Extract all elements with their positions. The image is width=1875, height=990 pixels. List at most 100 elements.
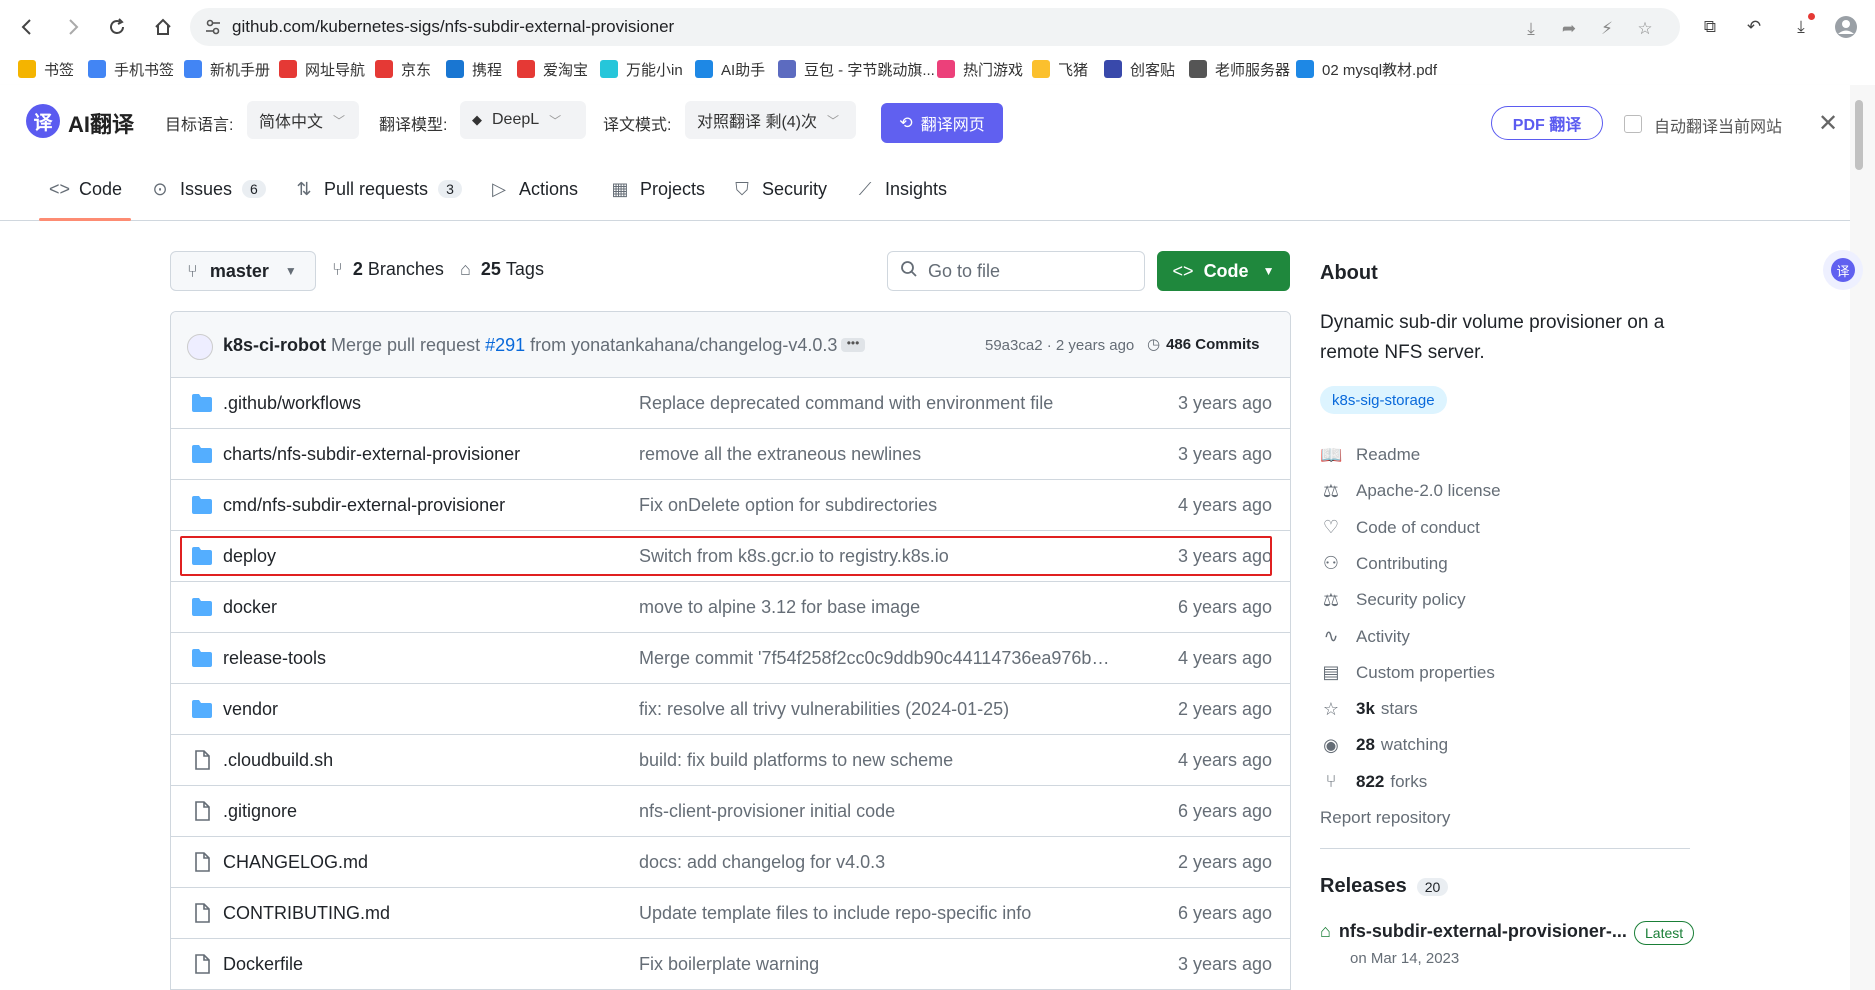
bookmark-item[interactable]: 携程 <box>446 57 502 81</box>
bolt-icon[interactable]: ⚡ <box>1596 18 1618 40</box>
commit-message-link[interactable]: fix: resolve all trivy vulnerabilities (… <box>639 699 1119 720</box>
about-link[interactable]: ☆ 3k stars <box>1320 696 1418 722</box>
go-to-file-input[interactable]: Go to file <box>887 251 1145 291</box>
commit-message[interactable]: Merge pull request #291 from yonatankaha… <box>331 335 837 356</box>
commit-message-link[interactable]: nfs-client-provisioner initial code <box>639 801 1119 822</box>
table-row[interactable]: .cloudbuild.sh build: fix build platforms… <box>171 735 1290 786</box>
releases-heading[interactable]: Releases 20 <box>1320 875 1449 898</box>
commit-message-link[interactable]: build: fix build platforms to new scheme <box>639 750 1119 771</box>
about-link[interactable]: Report repository <box>1320 805 1450 831</box>
commit-message-link[interactable]: Merge commit '7f54f258f2cc0c9ddb90c44114… <box>639 648 1119 669</box>
commit-message-link[interactable]: Update template files to include repo-sp… <box>639 903 1119 924</box>
bookmark-item[interactable]: 京东 <box>375 57 431 81</box>
about-link[interactable]: ▤ Custom properties <box>1320 660 1494 686</box>
file-name-link[interactable]: CONTRIBUTING.md <box>223 903 390 924</box>
file-name-link[interactable]: .cloudbuild.sh <box>223 750 333 771</box>
file-name-link[interactable]: charts/nfs-subdir-external-provisioner <box>223 444 520 465</box>
reload-button[interactable] <box>100 10 134 44</box>
bookmark-item[interactable]: 万能小in <box>600 57 683 81</box>
about-link[interactable]: ⚖ Security policy <box>1320 587 1466 613</box>
about-link[interactable]: 📖 Readme <box>1320 442 1420 468</box>
bookmark-item[interactable]: 飞猪 <box>1032 57 1088 81</box>
table-row[interactable]: charts/nfs-subdir-external-provisioner re… <box>171 429 1290 480</box>
auto-translate-checkbox[interactable] <box>1624 115 1642 133</box>
table-row[interactable]: cmd/nfs-subdir-external-provisioner Fix o… <box>171 480 1290 531</box>
bookmark-item[interactable]: 网址导航 <box>279 57 365 81</box>
file-name-link[interactable]: release-tools <box>223 648 326 669</box>
latest-release-link[interactable]: ⌂ nfs-subdir-external-provisioner-... <box>1320 921 1627 942</box>
table-row[interactable]: .gitignore nfs-client-provisioner initial… <box>171 786 1290 837</box>
topic-tag[interactable]: k8s-sig-storage <box>1320 386 1447 414</box>
pdf-translate-button[interactable]: PDF 翻译 <box>1491 106 1603 140</box>
avatar[interactable] <box>187 334 213 360</box>
back-button[interactable] <box>10 10 44 44</box>
downloads-icon[interactable]: ⤓ <box>1785 11 1817 43</box>
commit-message-link[interactable]: Fix onDelete option for subdirectories <box>639 495 1119 516</box>
extensions-icon[interactable]: ⧉ <box>1694 11 1726 43</box>
bookmark-item[interactable]: 创客贴 <box>1104 57 1175 81</box>
tab-pull-requests[interactable]: ⇅ Pull requests 3 <box>294 173 462 205</box>
commit-hash-time[interactable]: 59a3ca2 · 2 years ago <box>985 337 1134 354</box>
bookmark-item[interactable]: 豆包 - 字节跳动旗... <box>778 57 935 81</box>
target-language-select[interactable]: 简体中文 ﹀ <box>247 101 359 139</box>
profile-avatar-icon[interactable] <box>1830 11 1862 43</box>
home-button[interactable] <box>146 10 180 44</box>
table-row[interactable]: vendor fix: resolve all trivy vulnerabili… <box>171 684 1290 735</box>
bookmark-item[interactable]: 老师服务器 <box>1189 57 1290 81</box>
address-bar[interactable]: github.com/kubernetes-sigs/nfs-subdir-ex… <box>190 8 1680 46</box>
undo-icon[interactable]: ↶ <box>1738 11 1770 43</box>
about-link[interactable]: ♡ Code of conduct <box>1320 515 1480 541</box>
table-row[interactable]: .github/workflows Replace deprecated comm… <box>171 378 1290 429</box>
bookmark-item[interactable]: 书签 <box>18 57 74 81</box>
bookmark-item[interactable]: 新机手册 <box>184 57 270 81</box>
file-name-link[interactable]: .github/workflows <box>223 393 361 414</box>
forward-button[interactable] <box>56 10 90 44</box>
close-icon[interactable]: ✕ <box>1818 109 1838 138</box>
download-page-icon[interactable]: ⤓ <box>1520 18 1542 40</box>
commit-message-link[interactable]: docs: add changelog for v4.0.3 <box>639 852 1119 873</box>
tab-code[interactable]: <> Code <box>49 173 122 205</box>
tab-issues[interactable]: ⊙ Issues 6 <box>150 173 266 205</box>
tab-insights[interactable]: ⟋ Insights <box>855 173 947 205</box>
share-icon[interactable]: ➦ <box>1558 18 1580 40</box>
floating-translate-button[interactable]: 译 <box>1823 250 1863 290</box>
file-name-link[interactable]: cmd/nfs-subdir-external-provisioner <box>223 495 505 516</box>
star-bookmark-icon[interactable]: ☆ <box>1634 18 1656 40</box>
about-link[interactable]: ⚇ Contributing <box>1320 551 1448 577</box>
mode-select[interactable]: 对照翻译 剩(4)次 ﹀ <box>685 101 856 139</box>
bookmark-item[interactable]: 爱淘宝 <box>517 57 588 81</box>
tab-security[interactable]: ⛉ Security <box>732 173 827 205</box>
tab-projects[interactable]: ▦ Projects <box>610 173 705 205</box>
commit-message-link[interactable]: Replace deprecated command with environm… <box>639 393 1119 414</box>
table-row[interactable]: Dockerfile Fix boilerplate warning 3 years… <box>171 939 1290 989</box>
about-link[interactable]: ◉ 28 watching <box>1320 732 1448 758</box>
commits-link[interactable]: ◷ 486 Commits <box>1147 335 1259 354</box>
bookmark-item[interactable]: 手机书签 <box>88 57 174 81</box>
file-name-link[interactable]: .gitignore <box>223 801 297 822</box>
file-name-link[interactable]: Dockerfile <box>223 954 303 975</box>
table-row[interactable]: release-tools Merge commit '7f54f258f2cc0… <box>171 633 1290 684</box>
branches-link[interactable]: ⑂ 2 Branches <box>332 259 444 280</box>
table-row[interactable]: docker move to alpine 3.12 for base image… <box>171 582 1290 633</box>
commit-author-link[interactable]: k8s-ci-robot <box>223 335 326 356</box>
commit-message-link[interactable]: Fix boilerplate warning <box>639 954 1119 975</box>
bookmark-item[interactable]: AI助手 <box>695 57 765 81</box>
scrollbar[interactable] <box>1850 85 1875 990</box>
commit-message-link[interactable]: remove all the extraneous newlines <box>639 444 1119 465</box>
table-row[interactable]: CONTRIBUTING.md Update template files to … <box>171 888 1290 939</box>
branch-select-button[interactable]: ⑂ master ▼ <box>170 251 316 291</box>
site-settings-icon[interactable] <box>204 18 222 41</box>
translate-page-button[interactable]: ⟲ 翻译网页 <box>881 103 1003 143</box>
file-name-link[interactable]: docker <box>223 597 277 618</box>
table-row[interactable]: CHANGELOG.md docs: add changelog for v4.0… <box>171 837 1290 888</box>
about-link[interactable]: ∿ Activity <box>1320 624 1409 650</box>
expand-commit-icon[interactable]: ••• <box>841 337 865 352</box>
code-dropdown-button[interactable]: <> Code ▼ <box>1157 251 1290 291</box>
scrollbar-thumb[interactable] <box>1855 100 1863 170</box>
bookmark-item[interactable]: 热门游戏 <box>937 57 1023 81</box>
bookmark-item[interactable]: 02 mysql教材.pdf <box>1296 57 1437 81</box>
file-name-link[interactable]: vendor <box>223 699 278 720</box>
file-name-link[interactable]: CHANGELOG.md <box>223 852 368 873</box>
about-link[interactable]: ⚖ Apache-2.0 license <box>1320 478 1501 504</box>
commit-message-link[interactable]: move to alpine 3.12 for base image <box>639 597 1119 618</box>
